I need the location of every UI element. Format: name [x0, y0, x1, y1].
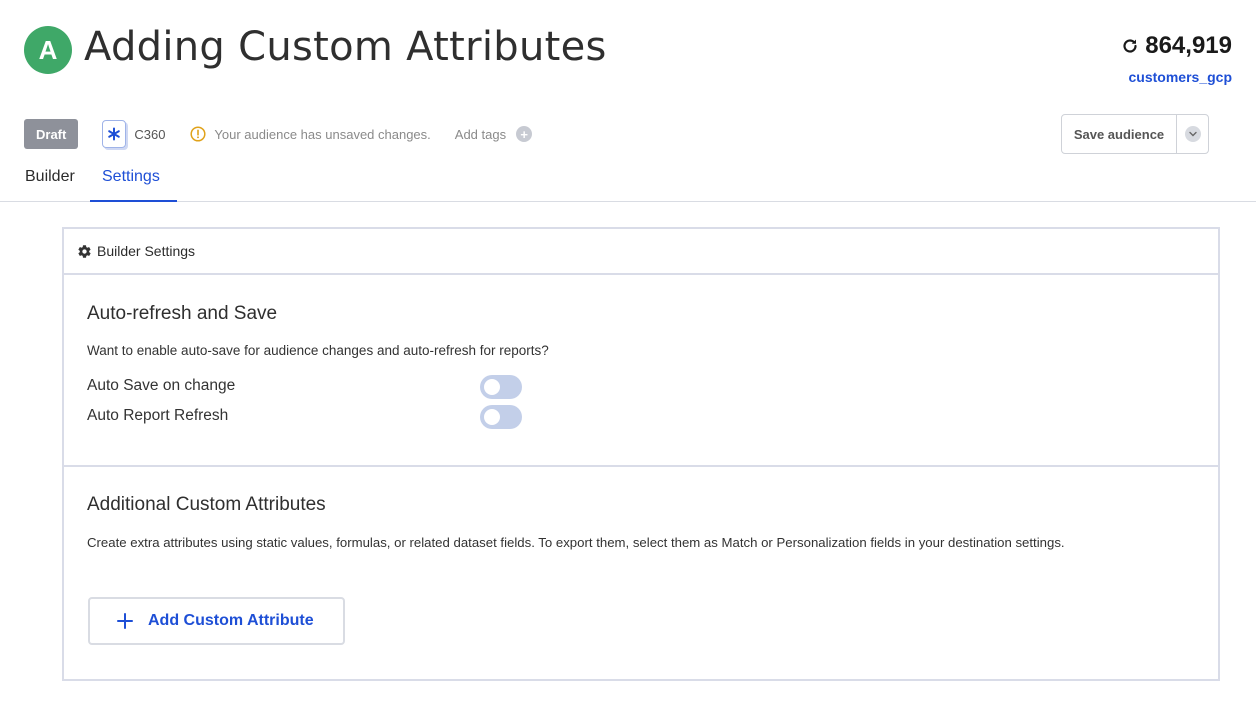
save-audience-button[interactable]: Save audience [1062, 115, 1176, 153]
auto-refresh-section: Auto-refresh and Save Want to enable aut… [64, 275, 1218, 467]
gear-icon [78, 244, 91, 258]
avatar: A [24, 26, 72, 74]
page-title: Adding Custom Attributes [84, 24, 607, 70]
add-tags-link[interactable]: Add tags [455, 127, 506, 142]
save-audience-group: Save audience [1061, 114, 1209, 154]
add-custom-attribute-button[interactable]: Add Custom Attribute [88, 597, 345, 645]
tab-settings[interactable]: Settings [102, 168, 160, 186]
status-badge: Draft [24, 119, 79, 149]
c360-source-icon [102, 120, 127, 148]
auto-report-refresh-row: Auto Report Refresh [87, 405, 527, 429]
custom-attributes-section: Additional Custom Attributes Create extr… [64, 467, 1218, 679]
auto-save-toggle[interactable] [480, 375, 522, 399]
active-tab-indicator [90, 200, 177, 202]
dataset-link[interactable]: customers_gcp [1129, 69, 1232, 85]
auto-report-refresh-toggle[interactable] [480, 405, 522, 429]
plus-icon [117, 613, 133, 629]
audience-count: 864,919 [1145, 32, 1232, 59]
chevron-down-icon [1184, 126, 1201, 142]
auto-report-refresh-label: Auto Report Refresh [87, 407, 229, 424]
add-custom-attribute-label: Add Custom Attribute [148, 612, 314, 629]
auto-save-row: Auto Save on change [87, 375, 527, 399]
page-header: A Adding Custom Attributes 864,919 custo… [0, 0, 1256, 110]
asterisk-icon [108, 127, 121, 141]
audience-size: 864,919 [1121, 32, 1232, 60]
panel-title: Builder Settings [97, 243, 196, 259]
custom-attributes-heading: Additional Custom Attributes [87, 494, 326, 515]
tab-bar: Builder Settings [0, 160, 1256, 202]
plus-circle-icon[interactable]: + [516, 126, 533, 142]
source-label: C360 [134, 126, 166, 142]
tab-builder[interactable]: Builder [25, 168, 75, 186]
toggle-knob [484, 409, 500, 425]
custom-attributes-description: Create extra attributes using static val… [87, 535, 1065, 550]
auto-refresh-description: Want to enable auto-save for audience ch… [87, 343, 549, 358]
toggle-knob [484, 379, 500, 395]
panel-header: Builder Settings [64, 229, 1218, 275]
warning-icon [190, 126, 206, 142]
meta-row: Draft C360 Your audience has unsaved cha… [24, 118, 533, 150]
builder-settings-panel: Builder Settings Auto-refresh and Save W… [62, 227, 1220, 681]
auto-save-label: Auto Save on change [87, 377, 236, 394]
save-options-button[interactable] [1177, 115, 1208, 153]
refresh-icon[interactable] [1121, 37, 1139, 55]
unsaved-warning: Your audience has unsaved changes. [214, 126, 431, 142]
auto-refresh-heading: Auto-refresh and Save [87, 303, 278, 324]
